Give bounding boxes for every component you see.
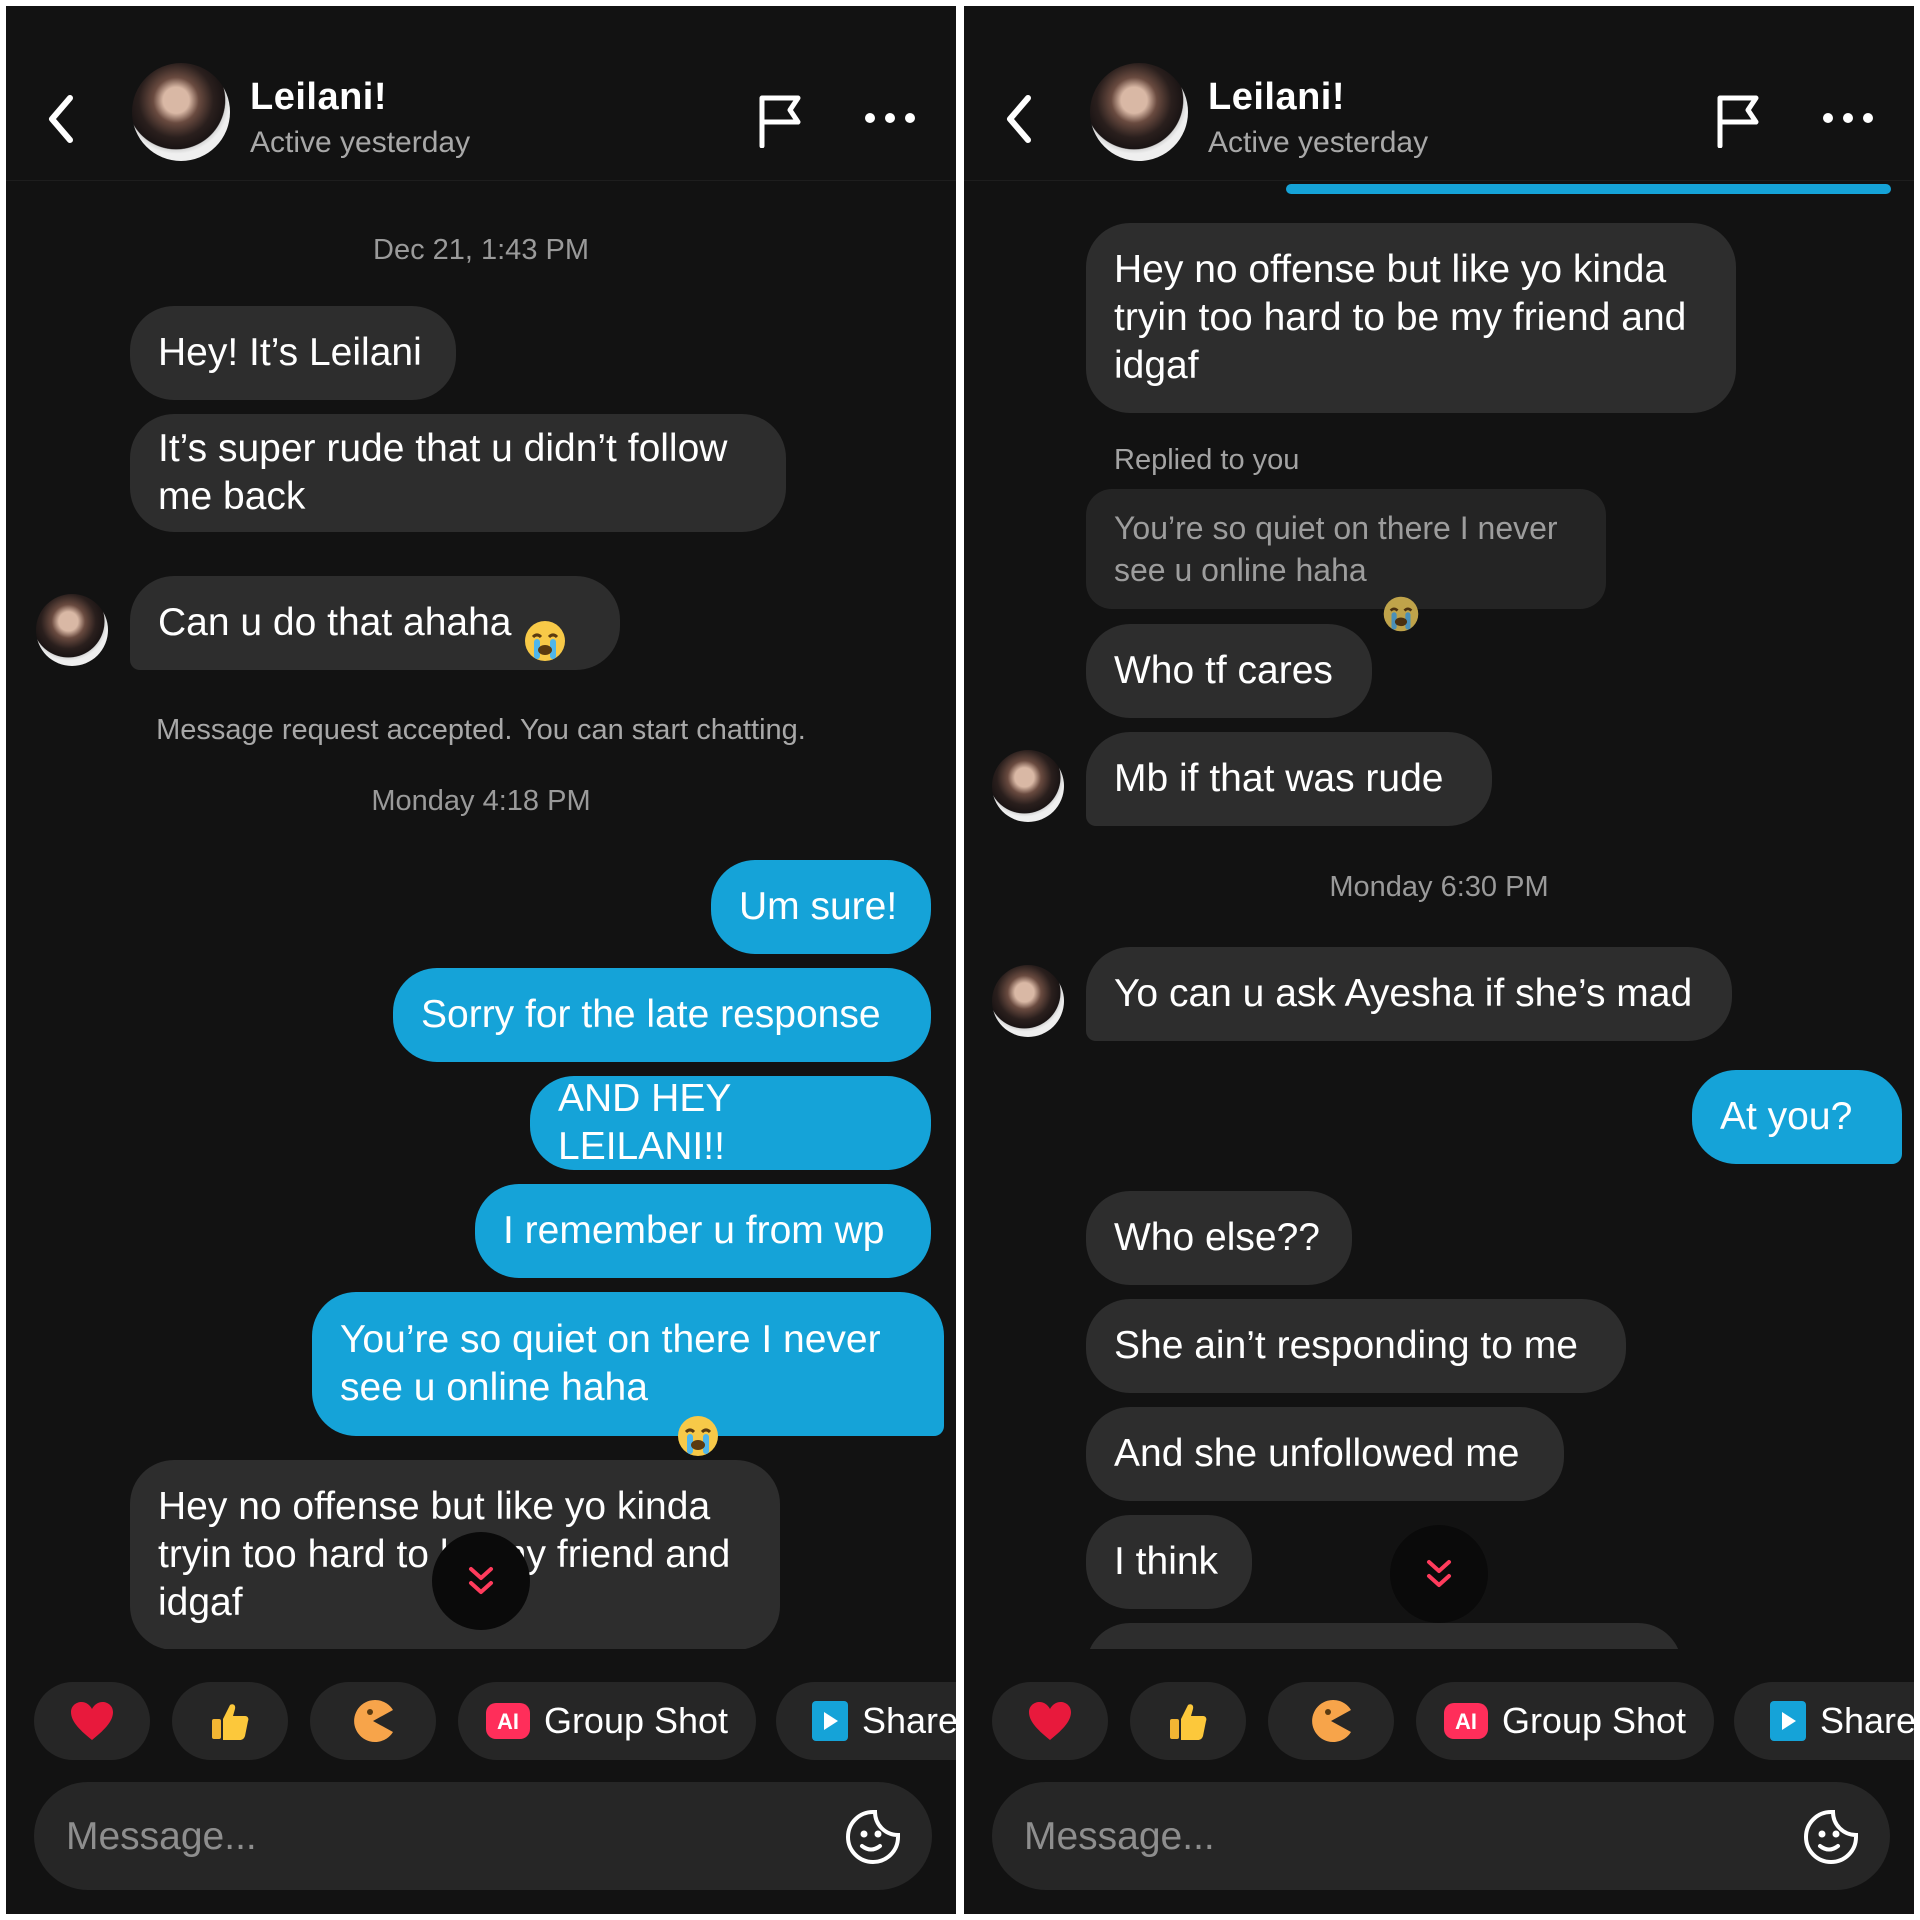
outgoing-message[interactable]: At you?	[1692, 1070, 1902, 1164]
contact-name[interactable]: Leilani!	[1208, 76, 1345, 119]
double-chevron-down-icon	[1427, 1560, 1451, 1587]
group-shot-label: Group Shot	[543, 1700, 729, 1741]
double-chevron-down-icon	[469, 1567, 493, 1594]
contact-name[interactable]: Leilani!	[250, 76, 387, 119]
incoming-message[interactable]: Hey no offense but like yo kinda tryin t…	[1086, 223, 1736, 413]
ai-badge-icon: AI	[485, 1703, 530, 1739]
more-options-icon[interactable]	[864, 106, 916, 130]
svg-text:AI: AI	[497, 1709, 519, 1734]
thumbs-up-reaction-button[interactable]	[1130, 1682, 1246, 1760]
scroll-to-bottom-button[interactable]	[1390, 1525, 1488, 1623]
share-play-icon	[1770, 1701, 1806, 1741]
contact-avatar-small[interactable]	[992, 965, 1064, 1037]
incoming-message[interactable]: Yo can u ask Ayesha if she’s mad	[1086, 947, 1732, 1041]
pacman-face-icon	[354, 1700, 393, 1742]
contact-avatar[interactable]	[132, 63, 230, 161]
ai-badge-icon: AI	[1443, 1703, 1488, 1739]
message-composer[interactable]	[34, 1782, 932, 1892]
thumbs-up-icon	[212, 1704, 249, 1740]
incoming-message[interactable]: Mb if that was rude	[1086, 732, 1492, 826]
share-play-icon	[812, 1701, 848, 1741]
outgoing-message[interactable]: AND HEY LEILANI!!	[530, 1076, 931, 1170]
heart-icon	[71, 1702, 113, 1740]
svg-text:AI: AI	[1455, 1709, 1477, 1734]
message-list[interactable]: Dec 21, 1:43 PM Hey! It’s Leilani It’s s…	[6, 181, 956, 1649]
incoming-message[interactable]: It’s super rude that u didn’t follow me …	[130, 414, 786, 532]
heart-reaction-button[interactable]	[34, 1682, 150, 1760]
incoming-message[interactable]: Who tf cares	[1086, 624, 1372, 718]
heart-icon	[1029, 1702, 1071, 1740]
incoming-message[interactable]: Hey! It’s Leilani	[130, 306, 456, 400]
outgoing-message[interactable]: You’re so quiet on there I never see u o…	[312, 1292, 944, 1456]
share-button[interactable]: Share	[776, 1682, 956, 1760]
outgoing-message[interactable]: Um sure!	[711, 860, 931, 954]
incoming-message[interactable]: Can u do that ahaha	[130, 576, 620, 670]
group-shot-button[interactable]: AI Group Shot	[1416, 1682, 1714, 1760]
group-shot-label: Group Shot	[1501, 1700, 1687, 1741]
crying-emoji-icon	[676, 1366, 720, 1470]
incoming-message[interactable]: I think	[1086, 1515, 1252, 1609]
outgoing-message[interactable]: Sorry for the late response	[393, 968, 931, 1062]
quoted-message[interactable]: You’re so quiet on there I never see u o…	[1086, 489, 1606, 632]
crying-emoji-icon	[1382, 553, 1420, 643]
contact-status: Active yesterday	[250, 126, 471, 159]
replied-label: Replied to you	[1114, 444, 1300, 476]
share-label: Share	[1820, 1700, 1914, 1741]
pacman-reaction-button[interactable]	[310, 1682, 436, 1760]
message-text: Can u do that ahaha	[158, 601, 512, 644]
message-list[interactable]: Hey no offense but like yo kinda tryin t…	[964, 181, 1914, 1649]
chat-screen-right: Leilani! Active yesterday Hey no offense…	[964, 6, 1914, 1914]
share-button[interactable]: Share	[1734, 1682, 1914, 1760]
back-chevron-icon[interactable]	[40, 84, 80, 154]
message-input[interactable]	[64, 1782, 768, 1892]
incoming-message-partial[interactable]	[1086, 1623, 1682, 1649]
quick-reactions-bar: AI Group Shot Share	[6, 1682, 956, 1760]
timestamp: Monday 6:30 PM	[1329, 871, 1549, 903]
chat-screen-left: Leilani! Active yesterday Dec 21, 1:43 P…	[6, 6, 956, 1914]
quick-reactions-bar: AI Group Shot Share	[964, 1682, 1914, 1760]
incoming-message[interactable]: And she unfollowed me	[1086, 1407, 1564, 1501]
quoted-text: You’re so quiet on there I never see u o…	[1114, 510, 1558, 588]
system-message: Message request accepted. You can start …	[156, 714, 806, 746]
chat-header: Leilani! Active yesterday	[964, 6, 1914, 181]
back-chevron-icon[interactable]	[998, 84, 1038, 154]
group-shot-button[interactable]: AI Group Shot	[458, 1682, 756, 1760]
heart-reaction-button[interactable]	[992, 1682, 1108, 1760]
pacman-reaction-button[interactable]	[1268, 1682, 1394, 1760]
contact-avatar[interactable]	[1090, 63, 1188, 161]
scroll-to-bottom-button[interactable]	[432, 1532, 530, 1630]
message-input[interactable]	[1022, 1782, 1726, 1892]
thumbs-up-icon	[1170, 1704, 1207, 1740]
more-options-icon[interactable]	[1822, 106, 1874, 130]
timestamp: Dec 21, 1:43 PM	[373, 234, 589, 266]
contact-avatar-small[interactable]	[36, 594, 108, 666]
chat-header: Leilani! Active yesterday	[6, 6, 956, 181]
thumbs-up-reaction-button[interactable]	[172, 1682, 288, 1760]
sticker-icon[interactable]	[1802, 1808, 1860, 1866]
sticker-icon[interactable]	[844, 1808, 902, 1866]
report-flag-icon[interactable]	[1714, 92, 1766, 148]
message-composer[interactable]	[992, 1782, 1890, 1892]
crying-emoji-icon	[523, 571, 567, 675]
incoming-message[interactable]: She ain’t responding to me	[1086, 1299, 1626, 1393]
report-flag-icon[interactable]	[756, 92, 808, 148]
message-text: You’re so quiet on there I never see u o…	[340, 1318, 881, 1409]
outgoing-message[interactable]: I remember u from wp	[475, 1184, 931, 1278]
incoming-message[interactable]: Who else??	[1086, 1191, 1352, 1285]
pacman-face-icon	[1312, 1700, 1351, 1742]
share-label: Share	[862, 1700, 956, 1741]
contact-avatar-small[interactable]	[992, 750, 1064, 822]
contact-status: Active yesterday	[1208, 126, 1429, 159]
timestamp: Monday 4:18 PM	[371, 785, 591, 817]
